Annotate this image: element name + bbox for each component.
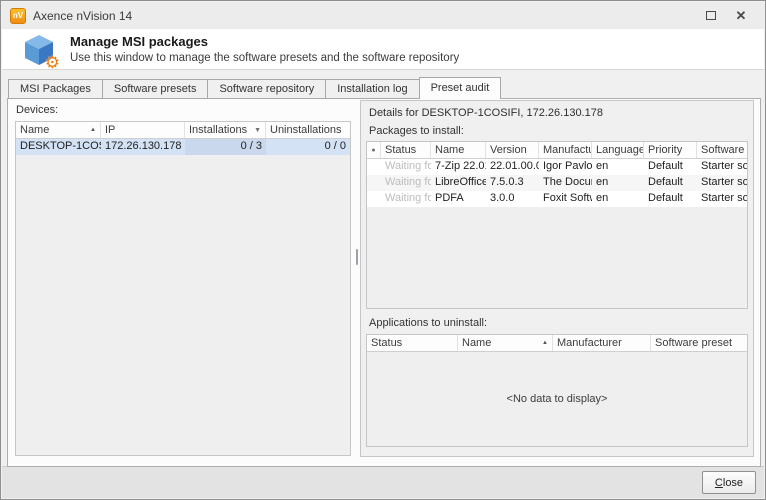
devices-col-installations[interactable]: Installations ▼ [185, 122, 266, 138]
title-bar[interactable]: nV Axence nVision 14 ✕ [2, 2, 764, 29]
applications-col-status[interactable]: Status [367, 335, 458, 351]
dialog-window: nV Axence nVision 14 ✕ ⚙ Manage MSI pack… [0, 0, 766, 500]
close-window-button[interactable]: ✕ [726, 5, 756, 27]
packages-to-install-label: Packages to install: [369, 125, 464, 137]
dialog-header: ⚙ Manage MSI packages Use this window to… [2, 29, 764, 70]
packages-col-language[interactable]: Language [592, 142, 644, 158]
devices-label: Devices: [16, 104, 58, 116]
splitter-grip-icon [356, 249, 358, 265]
applications-col-name[interactable]: Name ▲ [458, 335, 553, 351]
devices-col-ip[interactable]: IP [101, 122, 185, 138]
tab-strip: MSI Packages Software presets Software r… [8, 77, 501, 99]
maximize-button[interactable] [696, 5, 726, 27]
page-subtitle: Use this window to manage the software p… [70, 52, 459, 64]
tab-installation-log[interactable]: Installation log [326, 79, 419, 99]
details-panel: Details for DESKTOP-1COSIFI, 172.26.130.… [360, 100, 754, 457]
record-bullet-icon: ● [371, 147, 375, 154]
package-version-cell: 3.0.0 [486, 191, 539, 207]
tab-msi-packages[interactable]: MSI Packages [8, 79, 103, 99]
device-name-cell: DESKTOP-1COSIFI [16, 139, 101, 155]
packages-table: ● Status Name Version Manufactu... Langu… [366, 141, 748, 309]
close-button[interactable]: Close [702, 471, 756, 494]
package-language-cell: en [592, 191, 644, 207]
dialog-footer: Close [2, 466, 764, 498]
package-indicator-cell [367, 191, 381, 207]
packages-col-indicator[interactable]: ● [367, 142, 381, 158]
packages-col-name[interactable]: Name [431, 142, 486, 158]
package-row[interactable]: Waiting for... PDFA 3.0.0 Foxit Softw...… [367, 191, 747, 207]
applications-col-name-label: Name [462, 337, 491, 349]
package-row[interactable]: Waiting for... LibreOffice... 7.5.0.3 Th… [367, 175, 747, 191]
packages-col-version[interactable]: Version [486, 142, 539, 158]
devices-col-uninstallations[interactable]: Uninstallations [266, 122, 350, 138]
app-icon-label: nV [13, 11, 23, 20]
devices-col-ip-label: IP [105, 124, 115, 136]
device-installations-cell: 0 / 3 [185, 139, 266, 155]
package-preset-cell: Starter sof... [697, 191, 747, 207]
package-indicator-cell [367, 175, 381, 191]
package-status-cell: Waiting for... [381, 191, 431, 207]
package-priority-cell: Default [644, 175, 697, 191]
devices-table-header: Name ▲ IP Installations ▼ Uninstallations [16, 122, 350, 139]
devices-col-uninstallations-label: Uninstallations [270, 124, 342, 136]
package-status-cell: Waiting for... [381, 159, 431, 175]
packages-col-manufacturer[interactable]: Manufactu... [539, 142, 592, 158]
device-row-selected[interactable]: DESKTOP-1COSIFI 172.26.130.178 0 / 3 0 /… [16, 139, 350, 155]
package-language-cell: en [592, 175, 644, 191]
applications-col-manufacturer[interactable]: Manufacturer [553, 335, 651, 351]
window-title: Axence nVision 14 [33, 9, 696, 23]
packages-table-empty-area [367, 207, 747, 308]
applications-table-header: Status Name ▲ Manufacturer Software prese… [367, 335, 747, 352]
tab-software-presets[interactable]: Software presets [103, 79, 209, 99]
package-manufacturer-cell: Foxit Softw... [539, 191, 592, 207]
device-ip-cell: 172.26.130.178 [101, 139, 185, 155]
devices-col-installations-label: Installations [189, 124, 247, 136]
package-priority-cell: Default [644, 159, 697, 175]
packages-col-software-preset[interactable]: Software p... [697, 142, 747, 158]
package-preset-cell: Starter sof... [697, 175, 747, 191]
package-language-cell: en [592, 159, 644, 175]
package-priority-cell: Default [644, 191, 697, 207]
page-title: Manage MSI packages [70, 34, 208, 49]
package-status-cell: Waiting for... [381, 175, 431, 191]
msi-package-icon: ⚙ [22, 33, 56, 67]
package-name-cell: PDFA [431, 191, 486, 207]
package-name-cell: 7-Zip 22.01... [431, 159, 486, 175]
devices-table-empty-area [16, 155, 350, 455]
no-data-message: <No data to display> [367, 352, 747, 446]
package-version-cell: 22.01.00.0 [486, 159, 539, 175]
sort-asc-icon: ▲ [539, 340, 548, 346]
device-uninstallations-cell: 0 / 0 [266, 139, 350, 155]
devices-col-name-label: Name [20, 124, 49, 136]
app-icon: nV [10, 8, 26, 24]
applications-table: Status Name ▲ Manufacturer Software prese… [366, 334, 748, 447]
preset-audit-page: Devices: Name ▲ IP Installations ▼ Uninsta… [7, 98, 761, 467]
details-title: Details for DESKTOP-1COSIFI, 172.26.130.… [369, 107, 603, 119]
package-version-cell: 7.5.0.3 [486, 175, 539, 191]
tab-preset-audit[interactable]: Preset audit [419, 77, 502, 99]
devices-table: Name▲ IP Installations▼ Uninstallations … [15, 121, 351, 456]
package-indicator-cell [367, 159, 381, 175]
devices-col-name[interactable]: Name ▲ [16, 122, 101, 138]
package-manufacturer-cell: Igor Pavlov [539, 159, 592, 175]
package-row[interactable]: Waiting for... 7-Zip 22.01... 22.01.00.0… [367, 159, 747, 175]
packages-col-priority[interactable]: Priority [644, 142, 697, 158]
close-icon: ✕ [736, 8, 747, 24]
packages-col-status[interactable]: Status [381, 142, 431, 158]
package-manufacturer-cell: The Docum... [539, 175, 592, 191]
package-name-cell: LibreOffice... [431, 175, 486, 191]
close-button-label: Close [703, 477, 755, 489]
package-preset-cell: Starter sof... [697, 159, 747, 175]
gear-icon: ⚙ [45, 54, 60, 71]
tab-software-repository[interactable]: Software repository [208, 79, 326, 99]
sort-asc-icon: ▲ [87, 127, 96, 133]
filter-down-icon: ▼ [251, 127, 261, 134]
applications-to-uninstall-label: Applications to uninstall: [369, 317, 487, 329]
maximize-icon [706, 11, 716, 20]
applications-col-software-preset[interactable]: Software preset [651, 335, 747, 351]
packages-table-header: ● Status Name Version Manufactu... Langu… [367, 142, 747, 159]
